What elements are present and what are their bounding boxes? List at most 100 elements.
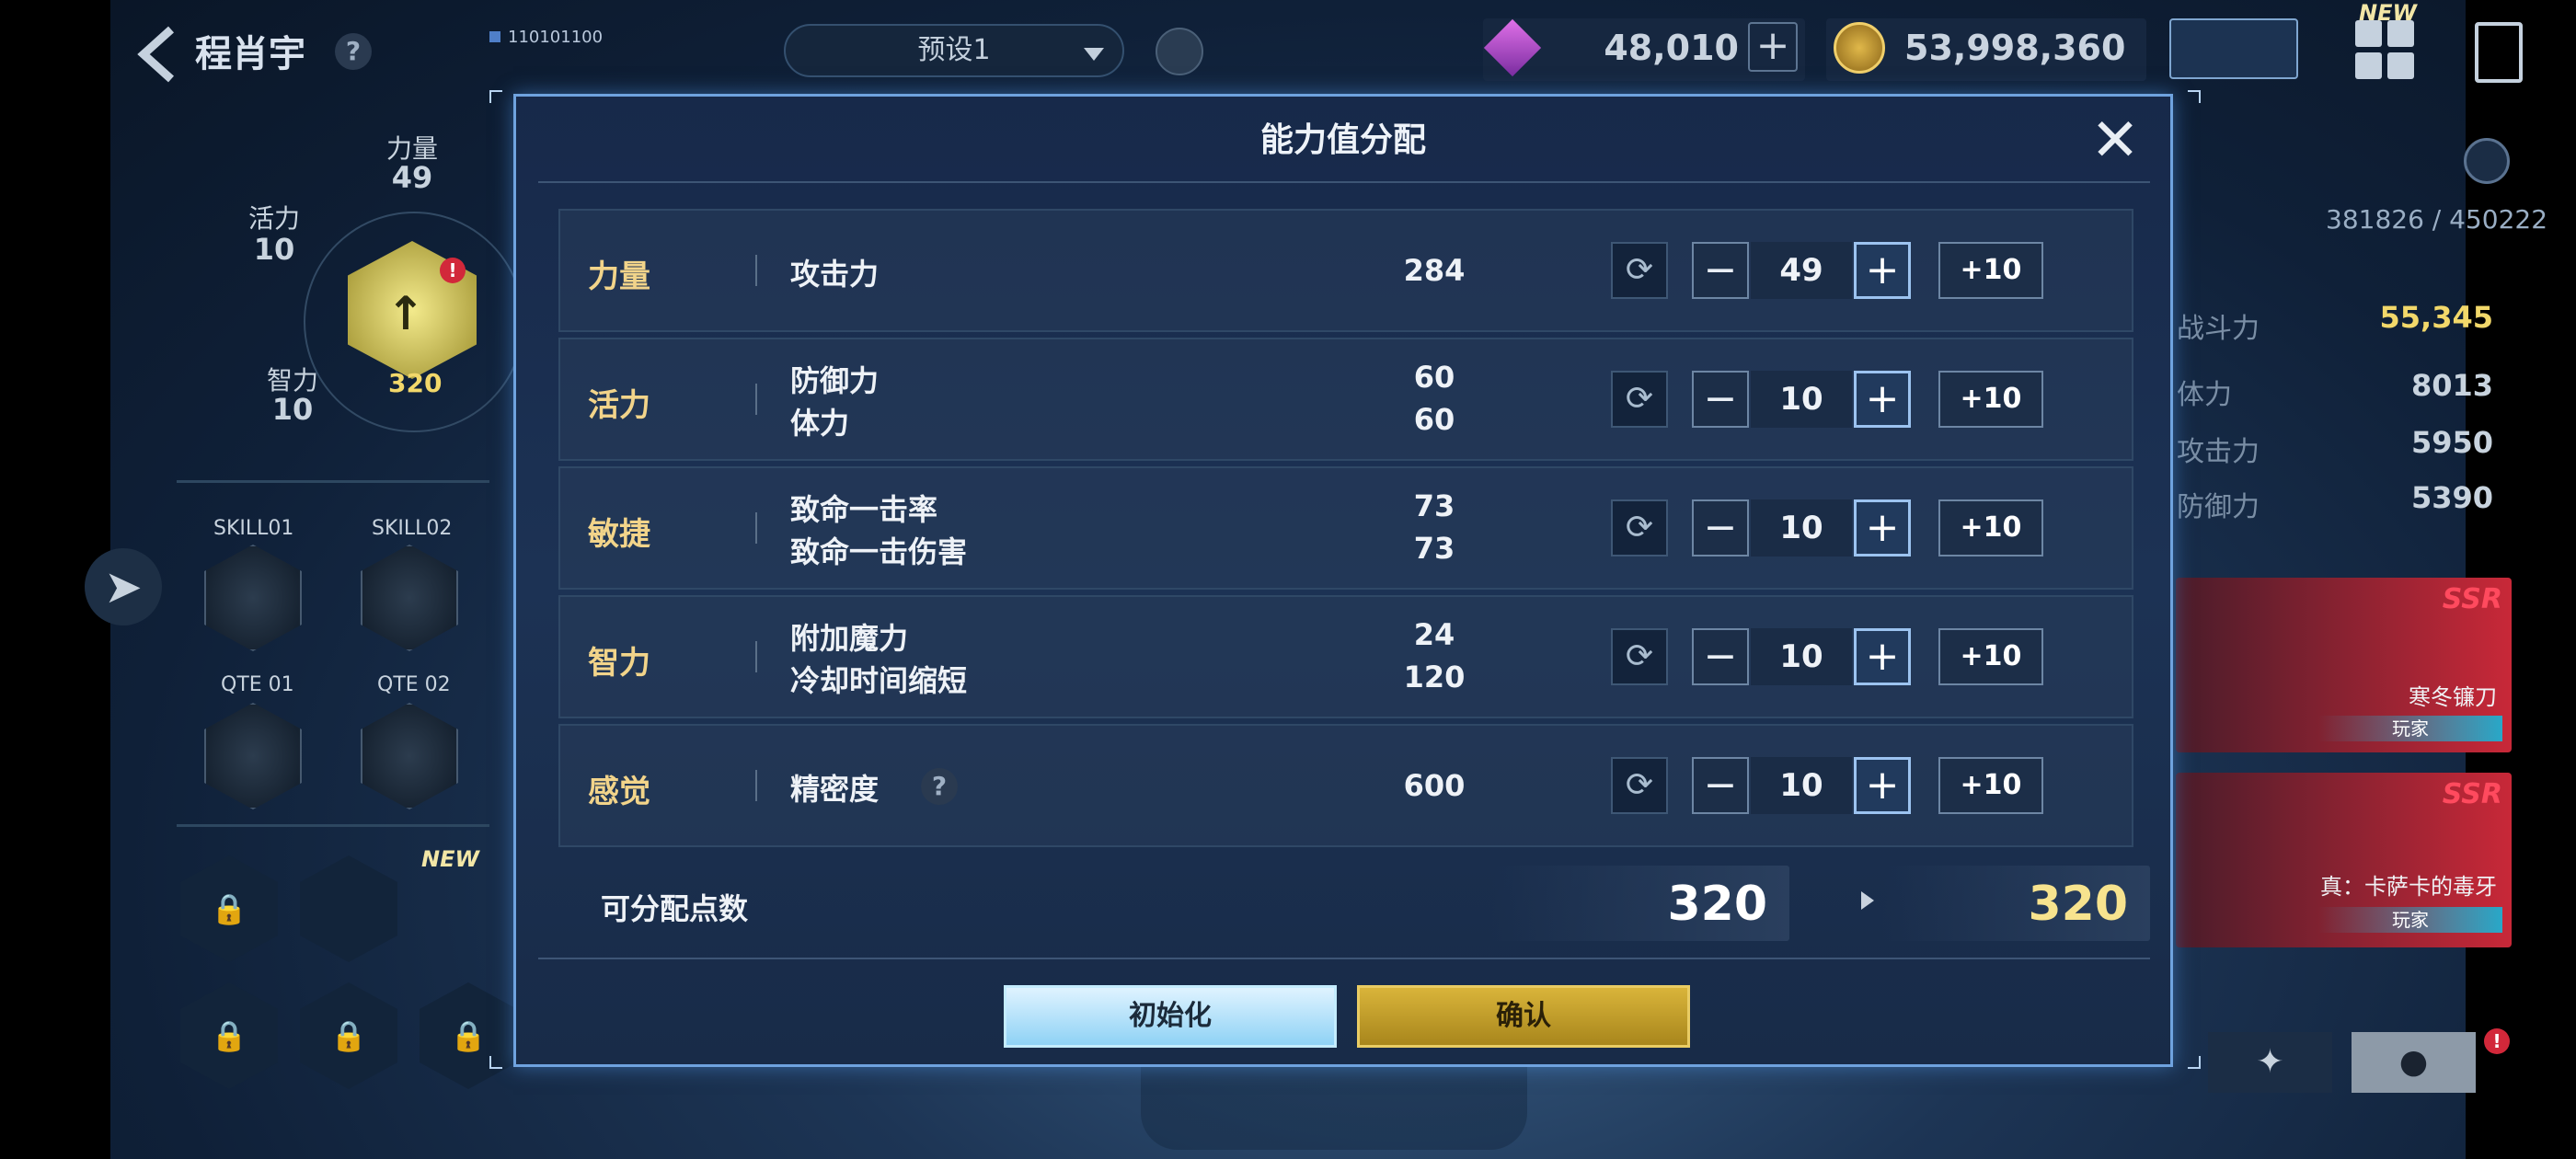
close-icon[interactable]: ✕ xyxy=(2089,111,2141,170)
power-value: 55,345 xyxy=(2379,300,2493,335)
add-ten-button[interactable]: +10 xyxy=(1938,242,2043,299)
attr-label: 附加魔力 xyxy=(790,621,909,656)
atk-value: 5950 xyxy=(2410,425,2493,460)
uid-label: 110101100 xyxy=(489,28,603,47)
stat-label-vitality: 活力 xyxy=(247,203,300,234)
preset-label: 预设1 xyxy=(917,34,991,66)
currency-gem-value: 48,010 xyxy=(1604,28,1739,68)
exp-text: 381826 / 450222 xyxy=(2326,204,2548,235)
frame-corner xyxy=(2188,90,2201,103)
divider xyxy=(177,480,489,483)
stat-row-intelligence: 智力 附加魔力 冷却时间缩短 24 120 ⟳ − 10 + +10 xyxy=(558,595,2133,718)
rank-badge: SSR xyxy=(2442,583,2502,615)
clipboard-button[interactable] xyxy=(2169,18,2298,79)
increment-button[interactable]: + xyxy=(1854,371,1911,428)
currency-gold-value: 53,998,360 xyxy=(1904,28,2126,68)
weapon-card[interactable]: SSR 真：卡萨卡的毒牙 玩家 xyxy=(2176,773,2512,947)
stat-allocation-dialog: 能力值分配 ✕ 力量 攻击力 284 ⟳ − 49 + +10 活力 防御力 体… xyxy=(513,94,2173,1067)
reset-row-icon[interactable]: ⟳ xyxy=(1611,757,1668,814)
gold-coin-icon xyxy=(1834,22,1885,74)
attr-label: 致命一击伤害 xyxy=(790,534,968,569)
exit-door-icon[interactable] xyxy=(2475,22,2523,83)
hp-value: 8013 xyxy=(2410,368,2493,403)
available-points: 320 xyxy=(388,368,443,398)
increment-button[interactable]: + xyxy=(1854,757,1911,814)
add-ten-button[interactable]: +10 xyxy=(1938,757,2043,814)
menu-grid-icon[interactable] xyxy=(2355,20,2414,79)
confirm-button[interactable]: 确认 xyxy=(1357,985,1690,1048)
reset-row-icon[interactable]: ⟳ xyxy=(1611,242,1668,299)
stat-value-intelligence: 10 xyxy=(271,392,314,427)
available-points-current: 320 xyxy=(1667,877,1767,932)
filter-icon[interactable] xyxy=(1156,28,1203,75)
search-icon[interactable] xyxy=(2464,138,2510,184)
skill-label: QTE 02 xyxy=(377,673,451,696)
divider xyxy=(177,824,489,827)
weapon-card[interactable]: SSR 寒冬镰刀 玩家 xyxy=(2176,578,2512,752)
stat-name: 力量 xyxy=(588,258,650,295)
arrow-right-icon xyxy=(1861,891,1874,910)
initialize-button[interactable]: 初始化 xyxy=(1004,985,1337,1048)
add-ten-button[interactable]: +10 xyxy=(1938,371,2043,428)
decrement-button[interactable]: − xyxy=(1692,757,1749,814)
decrement-button[interactable]: − xyxy=(1692,371,1749,428)
help-icon[interactable]: ? xyxy=(335,33,372,70)
back-arrow-icon[interactable] xyxy=(134,26,180,83)
attr-label: 致命一击率 xyxy=(790,492,938,527)
attr-value: 73 xyxy=(1413,531,1455,566)
weapon-name: 寒冬镰刀 xyxy=(2409,684,2497,710)
send-icon[interactable]: ➤ xyxy=(85,548,162,625)
reset-row-icon[interactable]: ⟳ xyxy=(1611,371,1668,428)
attr-label: 冷却时间缩短 xyxy=(790,663,968,698)
preset-dropdown[interactable]: 预设1 xyxy=(784,24,1124,77)
attr-value: 24 xyxy=(1413,617,1455,652)
decrement-button[interactable]: − xyxy=(1692,499,1749,557)
weapon-name: 真：卡萨卡的毒牙 xyxy=(2320,874,2497,900)
decrement-button[interactable]: − xyxy=(1692,242,1749,299)
stat-value-vitality: 10 xyxy=(253,232,295,267)
reset-row-icon[interactable]: ⟳ xyxy=(1611,499,1668,557)
attr-label: 精密度 xyxy=(790,772,880,807)
attr-value: 284 xyxy=(1403,253,1466,288)
points-value: 10 xyxy=(1751,371,1852,428)
rank-badge: SSR xyxy=(2442,778,2502,810)
def-value: 5390 xyxy=(2410,480,2493,515)
add-ten-button[interactable]: +10 xyxy=(1938,628,2043,685)
increment-button[interactable]: + xyxy=(1854,499,1911,557)
attr-value: 600 xyxy=(1403,768,1466,803)
alert-badge: ! xyxy=(440,258,466,283)
decrement-button[interactable]: − xyxy=(1692,628,1749,685)
owner-tag: 玩家 xyxy=(2318,716,2502,741)
attr-value: 60 xyxy=(1413,360,1455,395)
game-screen: 程肖宇 ? 110101100 预设1 48,010 + 53,998,360 … xyxy=(0,0,2576,1159)
divider xyxy=(755,770,757,801)
attr-label: 体力 xyxy=(790,406,850,441)
divider xyxy=(538,958,2150,959)
points-value: 49 xyxy=(1751,242,1852,299)
add-ten-button[interactable]: +10 xyxy=(1938,499,2043,557)
points-value: 10 xyxy=(1751,757,1852,814)
stat-row-vitality: 活力 防御力 体力 60 60 ⟳ − 10 + +10 xyxy=(558,338,2133,461)
tab-profile-icon[interactable]: ● xyxy=(2352,1032,2476,1093)
increment-button[interactable]: + xyxy=(1854,628,1911,685)
dialog-title: 能力值分配 xyxy=(1259,121,1426,159)
up-arrow-icon: ↑ xyxy=(386,287,425,340)
increment-button[interactable]: + xyxy=(1854,242,1911,299)
skill-label: SKILL02 xyxy=(372,517,453,540)
hp-label: 体力 xyxy=(2177,379,2232,411)
attr-label: 防御力 xyxy=(790,363,880,398)
power-label: 战斗力 xyxy=(2177,313,2260,345)
stat-name: 智力 xyxy=(588,645,650,682)
reset-row-icon[interactable]: ⟳ xyxy=(1611,628,1668,685)
divider xyxy=(755,641,757,672)
points-value: 10 xyxy=(1751,628,1852,685)
frame-corner xyxy=(2188,1056,2201,1069)
frame-corner xyxy=(489,90,502,103)
tab-settings-icon[interactable]: ✦ xyxy=(2208,1032,2332,1093)
stat-value-strength: 49 xyxy=(391,160,433,195)
add-currency-button[interactable]: + xyxy=(1748,22,1798,72)
stat-row-strength: 力量 攻击力 284 ⟳ − 49 + +10 xyxy=(558,209,2133,332)
atk-label: 攻击力 xyxy=(2177,436,2260,468)
help-icon[interactable]: ? xyxy=(921,768,958,805)
attr-value: 60 xyxy=(1413,402,1455,437)
